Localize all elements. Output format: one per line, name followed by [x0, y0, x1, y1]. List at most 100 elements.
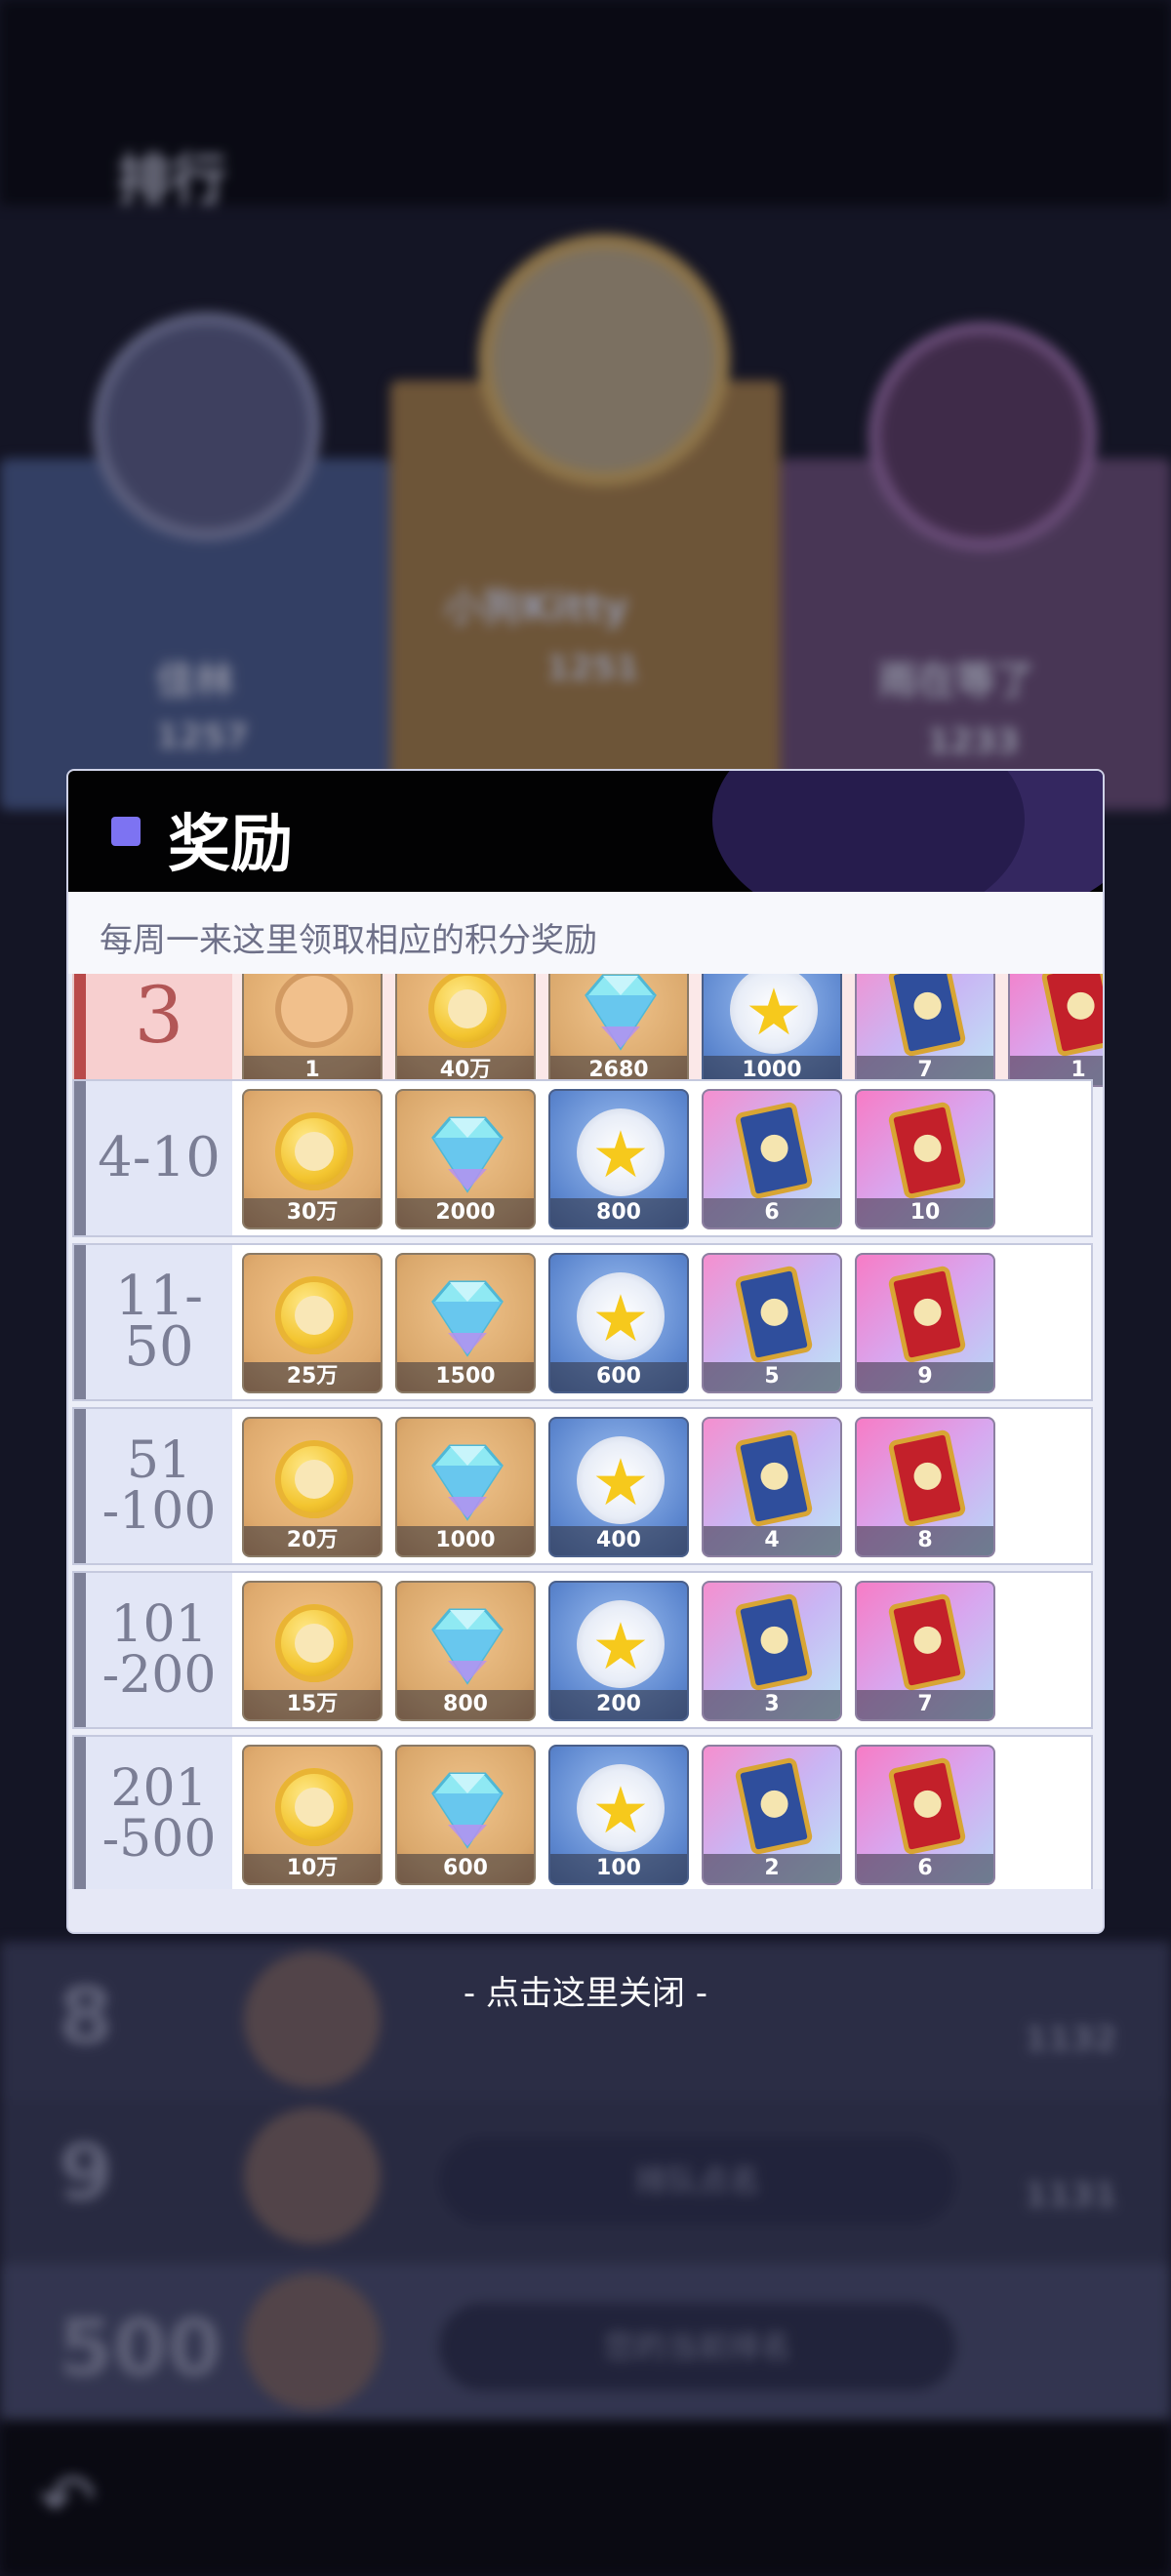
tier-accent-bar	[74, 1737, 86, 1889]
header-decoration	[712, 771, 1025, 892]
reward-quantity: 1500	[397, 1362, 534, 1391]
reward-quantity: 6	[857, 1854, 993, 1883]
reward-quantity: 600	[397, 1854, 534, 1883]
coin-face	[295, 1296, 334, 1335]
reward-item[interactable]: ★ 600	[548, 1253, 689, 1393]
reward-tier-row: 4-10 30万 2000 ★ 800 6 10	[72, 1079, 1093, 1237]
reward-item[interactable]: ★ 800	[548, 1089, 689, 1229]
diamond-icon	[431, 1116, 504, 1193]
reward-item[interactable]: 30万	[242, 1089, 383, 1229]
reward-quantity: 7	[857, 1690, 993, 1719]
coin-face	[448, 989, 487, 1028]
reward-quantity: 5	[704, 1362, 840, 1391]
red-card-icon	[887, 1101, 967, 1200]
reward-quantity: 20万	[244, 1526, 381, 1555]
modal-title: 奖励	[168, 808, 293, 881]
star-icon: ★	[591, 1445, 650, 1520]
red-card-icon	[887, 1592, 967, 1692]
reward-quantity: 25万	[244, 1362, 381, 1391]
reward-item[interactable]: 1	[242, 974, 383, 1087]
tier-rank-label: 4-10	[98, 1126, 221, 1189]
blue-card-icon	[734, 1265, 814, 1364]
reward-item[interactable]: 2	[702, 1745, 842, 1885]
reward-quantity: 4	[704, 1526, 840, 1555]
reward-item[interactable]: 3	[702, 1581, 842, 1721]
reward-item[interactable]: 2680	[548, 974, 689, 1087]
reward-quantity: 10万	[244, 1854, 381, 1883]
reward-tier-row: 51 -100 20万 1000 ★ 400 4 8	[72, 1407, 1093, 1565]
star-icon: ★	[591, 1117, 650, 1192]
red-card-icon	[1040, 974, 1103, 1058]
diamond-icon	[431, 1608, 504, 1685]
blue-card-icon	[734, 1429, 814, 1528]
reward-tier-list[interactable]: 3 1 40万 2680 ★ 1000 7 1 4-10 30万 2000 ★ 800 6 10 11-50 2…	[68, 974, 1103, 1889]
tier-rank-label: 201 -500	[101, 1759, 217, 1869]
reward-item[interactable]: 10	[855, 1089, 995, 1229]
tier-rank-label: 51 -100	[101, 1431, 217, 1541]
star-icon: ★	[591, 1281, 650, 1356]
title-marker-icon	[111, 817, 141, 846]
reward-quantity: 800	[550, 1198, 687, 1228]
coin-face	[295, 1460, 334, 1499]
reward-item[interactable]: 4	[702, 1417, 842, 1557]
reward-quantity: 30万	[244, 1198, 381, 1228]
reward-quantity: 800	[397, 1690, 534, 1719]
reward-item[interactable]: ★ 100	[548, 1745, 689, 1885]
red-card-icon	[887, 1265, 967, 1364]
reward-quantity: 200	[550, 1690, 687, 1719]
reward-item[interactable]: 7	[855, 974, 995, 1087]
scroll-icon	[275, 974, 353, 1048]
reward-quantity: 400	[550, 1526, 687, 1555]
diamond-icon	[431, 1444, 504, 1521]
star-icon: ★	[745, 975, 803, 1050]
reward-item[interactable]: 5	[702, 1253, 842, 1393]
tier-accent-bar	[74, 1081, 86, 1235]
reward-item[interactable]: 1	[1008, 974, 1103, 1087]
reward-item[interactable]: 15万	[242, 1581, 383, 1721]
blue-card-icon	[734, 1756, 814, 1856]
diamond-icon	[431, 1280, 504, 1357]
reward-item[interactable]: ★ 400	[548, 1417, 689, 1557]
reward-item[interactable]: ★ 1000	[702, 974, 842, 1087]
reward-item[interactable]: 10万	[242, 1745, 383, 1885]
tier-accent-bar	[74, 974, 86, 1093]
reward-tier-row: 11-50 25万 1500 ★ 600 5 9	[72, 1243, 1093, 1401]
reward-item[interactable]: 800	[395, 1581, 536, 1721]
star-icon: ★	[591, 1609, 650, 1684]
coin-face	[295, 1624, 334, 1663]
modal-header: 奖励	[68, 771, 1103, 892]
coin-face	[295, 1788, 334, 1827]
reward-tier-row: 201 -500 10万 600 ★ 100 2 6	[72, 1735, 1093, 1889]
reward-item[interactable]: 1500	[395, 1253, 536, 1393]
reward-item[interactable]: 8	[855, 1417, 995, 1557]
reward-quantity: 15万	[244, 1690, 381, 1719]
reward-item[interactable]: 40万	[395, 974, 536, 1087]
reward-item[interactable]: 20万	[242, 1417, 383, 1557]
reward-quantity: 6	[704, 1198, 840, 1228]
reward-item[interactable]: 7	[855, 1581, 995, 1721]
reward-item[interactable]: 25万	[242, 1253, 383, 1393]
diamond-icon	[585, 974, 657, 1051]
reward-quantity: 2000	[397, 1198, 534, 1228]
tier-accent-bar	[74, 1245, 86, 1399]
close-hint-button[interactable]: - 点击这里关闭 -	[0, 1966, 1171, 2014]
reward-tier-row: 3 1 40万 2680 ★ 1000 7 1	[72, 974, 1103, 1095]
reward-item[interactable]: ★ 200	[548, 1581, 689, 1721]
reward-item[interactable]: 2000	[395, 1089, 536, 1229]
reward-quantity: 1000	[397, 1526, 534, 1555]
subtitle-bar: 每周一来这里领取相应的积分奖励	[68, 892, 1103, 974]
reward-item[interactable]: 1000	[395, 1417, 536, 1557]
reward-item[interactable]: 9	[855, 1253, 995, 1393]
diamond-icon	[431, 1772, 504, 1849]
reward-item[interactable]: 6	[855, 1745, 995, 1885]
reward-quantity: 10	[857, 1198, 993, 1228]
tier-rank-label: 101 -200	[101, 1595, 217, 1705]
reward-quantity: 2	[704, 1854, 840, 1883]
star-icon: ★	[591, 1773, 650, 1848]
modal-footer	[68, 1889, 1103, 1932]
reward-item[interactable]: 6	[702, 1089, 842, 1229]
reward-item[interactable]: 600	[395, 1745, 536, 1885]
reward-tier-row: 101 -200 15万 800 ★ 200 3 7	[72, 1571, 1093, 1729]
tier-accent-bar	[74, 1573, 86, 1727]
blue-card-icon	[887, 974, 967, 1058]
